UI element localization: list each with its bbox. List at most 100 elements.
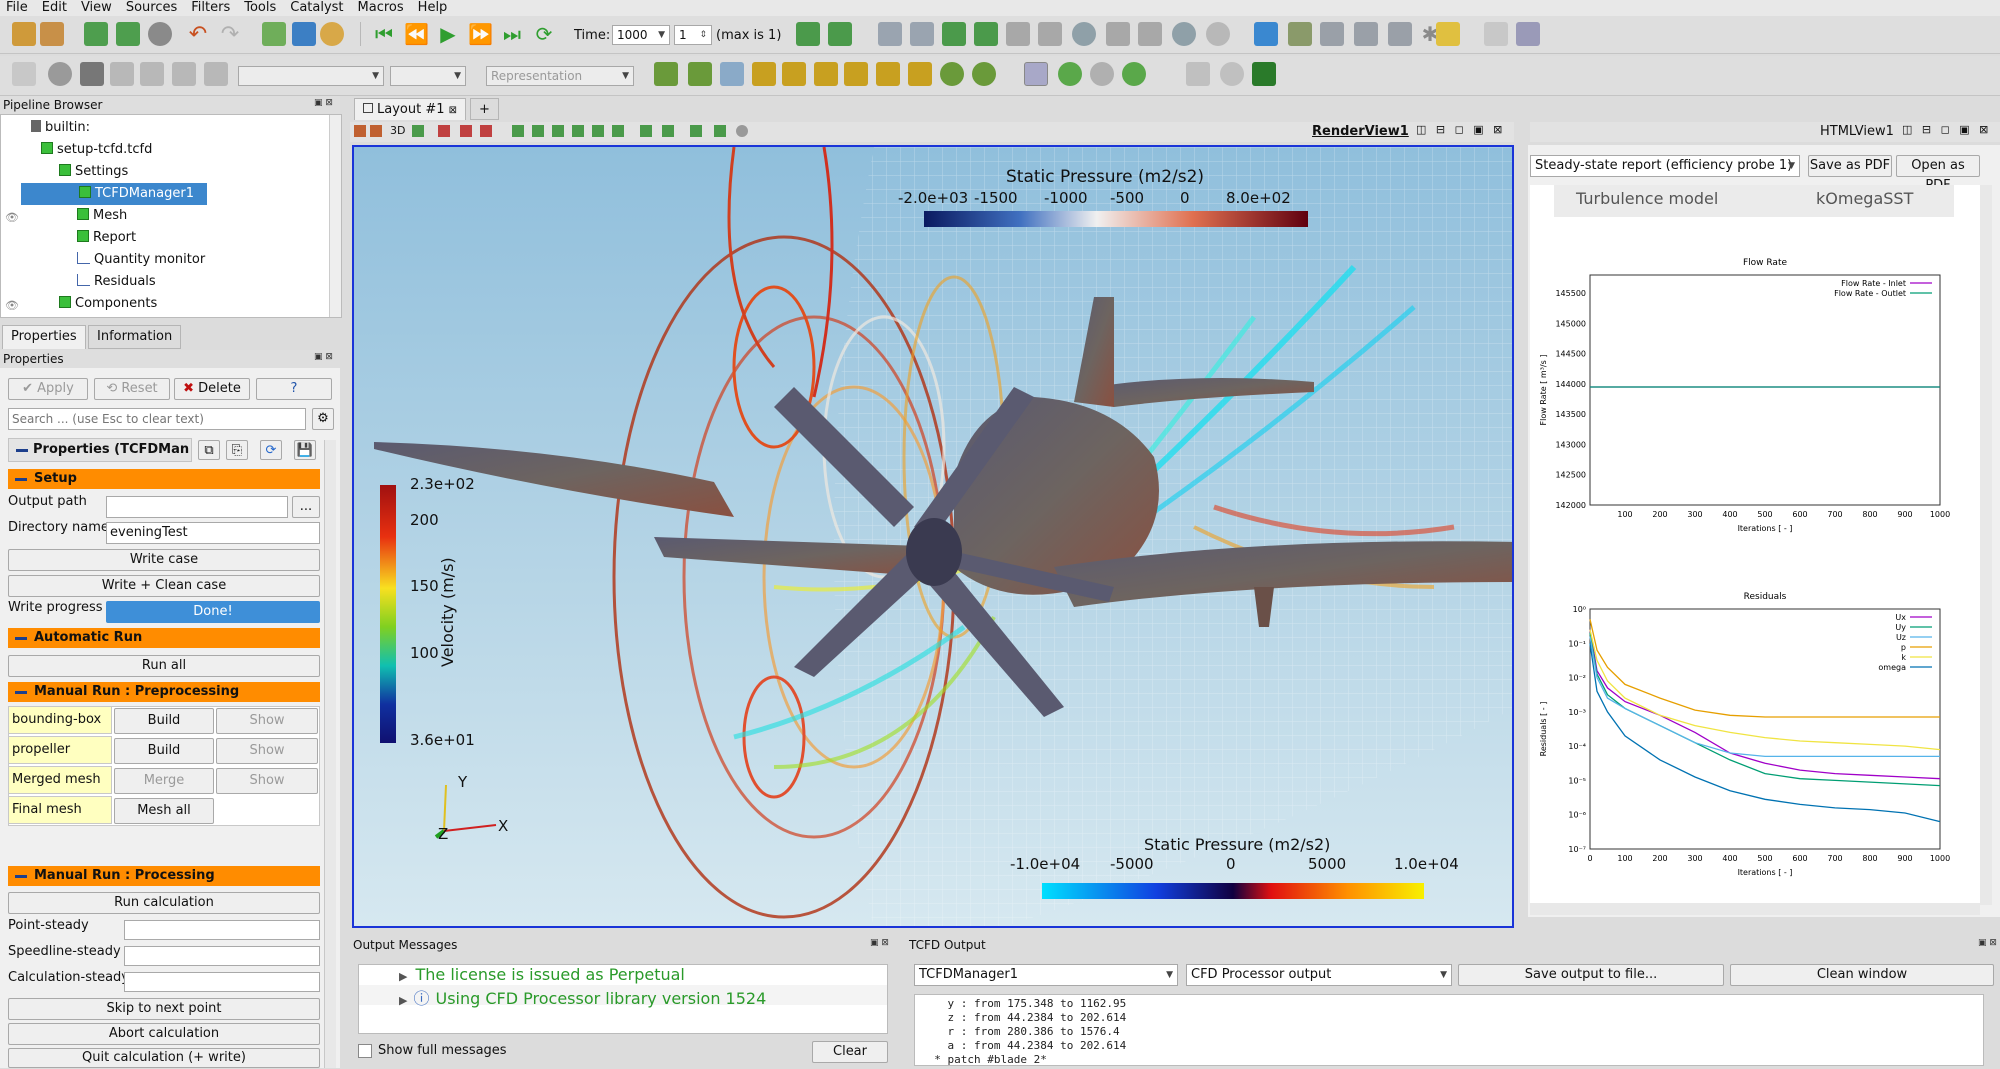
view-split-buttons[interactable]: ◫ ⊟ ◻ ▣ ⊠ xyxy=(1416,123,1505,136)
camera-link-icon[interactable] xyxy=(1220,62,1244,86)
open-as-pdf-button[interactable]: Open as PDF xyxy=(1896,155,1980,193)
build-bounding-box-button[interactable]: Build xyxy=(114,708,214,734)
show-merged-mesh-button[interactable]: Show xyxy=(216,768,318,794)
delete-button[interactable]: ✖ Delete xyxy=(174,378,250,400)
extract-icon[interactable] xyxy=(1038,22,1062,46)
show-bounding-box-button[interactable]: Show xyxy=(216,708,318,734)
plot-over-line-icon[interactable] xyxy=(1288,22,1312,46)
warp-icon[interactable] xyxy=(1138,22,1162,46)
menu-tools[interactable]: Tools xyxy=(244,0,276,16)
rescale-temporal-icon[interactable] xyxy=(140,62,164,86)
toggle-3d-button[interactable]: 3D xyxy=(390,124,405,137)
center-axes-icon[interactable] xyxy=(1058,62,1082,86)
ruler-icon[interactable] xyxy=(1436,22,1460,46)
time-combo[interactable]: 1000 ▼ xyxy=(612,25,670,45)
slice-icon[interactable] xyxy=(974,22,998,46)
tcfd-source-select[interactable]: TCFDManager1 ▼ xyxy=(914,964,1178,986)
rotate-cw-icon[interactable] xyxy=(940,62,964,86)
pipeline-item-mesh[interactable]: Mesh xyxy=(1,205,127,227)
directory-name-input[interactable]: eveningTest xyxy=(106,522,320,544)
load-state-icon[interactable] xyxy=(84,22,108,46)
grow-selection-icon[interactable] xyxy=(592,125,604,137)
select-block-icon[interactable] xyxy=(480,125,492,137)
gear-icon[interactable]: ⚙ xyxy=(312,408,334,430)
reset-center-icon[interactable] xyxy=(1122,62,1146,86)
zoom-to-data-icon[interactable] xyxy=(688,62,712,86)
copy-icon[interactable] xyxy=(1484,22,1508,46)
select-points-icon[interactable] xyxy=(438,125,450,137)
save-output-button[interactable]: Save output to file... xyxy=(1458,964,1724,986)
expand-icon[interactable]: ▶ xyxy=(399,994,407,1007)
skip-to-next-point-button[interactable]: Skip to next point xyxy=(8,998,320,1020)
contour-icon[interactable] xyxy=(910,22,934,46)
zoom-to-box-icon[interactable] xyxy=(720,62,744,86)
clear-selection-icon[interactable] xyxy=(736,125,748,137)
section-manual-processing[interactable]: Manual Run : Processing xyxy=(8,866,320,886)
last-frame-icon[interactable]: ⏭ xyxy=(500,22,524,46)
clip-icon[interactable] xyxy=(942,22,966,46)
run-all-button[interactable]: Run all xyxy=(8,655,320,677)
properties-scrollbar[interactable] xyxy=(324,440,336,1068)
run-calculation-button[interactable]: Run calculation xyxy=(8,892,320,914)
render-view[interactable]: Static Pressure (m2/s2) -2.0e+03 -1500 -… xyxy=(352,145,1514,928)
save-icon[interactable]: 💾 xyxy=(294,440,316,460)
edit-selection-icon[interactable] xyxy=(714,125,726,137)
representation-combo[interactable]: Representation ▼ xyxy=(486,66,634,86)
interaction-mode-icon[interactable] xyxy=(1024,62,1048,86)
view-neg-z-icon[interactable] xyxy=(908,62,932,86)
pipeline-item-tcfdmanager[interactable]: TCFDManager1 xyxy=(21,183,207,205)
loop-icon[interactable]: ⟳ xyxy=(532,22,556,46)
menu-catalyst[interactable]: Catalyst xyxy=(290,0,343,16)
expand-icon[interactable]: ▶ xyxy=(399,970,407,983)
clear-button[interactable]: Clear xyxy=(812,1041,888,1063)
pipeline-scrollbar[interactable] xyxy=(329,115,341,317)
tab-layout-1[interactable]: Layout #1 ⊠ xyxy=(354,98,467,120)
search-input[interactable] xyxy=(8,408,306,430)
palette-icon[interactable] xyxy=(320,22,344,46)
collapse-icon[interactable] xyxy=(16,449,28,452)
reset-button[interactable]: ⟲ Reset xyxy=(94,378,170,400)
component-combo[interactable]: ▼ xyxy=(390,66,466,86)
previous-frame-icon[interactable]: ⏪ xyxy=(404,22,429,46)
menu-sources[interactable]: Sources xyxy=(126,0,177,16)
pipeline-item-setup[interactable]: setup-tcfd.tcfd xyxy=(1,139,152,161)
timestep-spinbox[interactable]: 1 ⇕ xyxy=(674,25,712,45)
extract-selection-icon[interactable] xyxy=(640,125,652,137)
probe-icon[interactable] xyxy=(1254,22,1278,46)
spreadsheet-icon[interactable] xyxy=(1388,22,1412,46)
group-icon[interactable] xyxy=(1172,22,1196,46)
output-message[interactable]: ▶ The license is issued as Perpetual xyxy=(399,965,685,984)
report-select[interactable]: Steady-state report (efficiency probe 1)… xyxy=(1530,155,1800,177)
reset-camera-icon[interactable] xyxy=(654,62,678,86)
report-vertical-scrollbar[interactable] xyxy=(1980,185,1992,905)
interactive-select-icon[interactable] xyxy=(532,125,544,137)
apply-button[interactable]: ✔ Apply xyxy=(8,378,88,400)
play-icon[interactable]: ▶ xyxy=(436,22,460,46)
mesh-all-button[interactable]: Mesh all xyxy=(114,798,214,824)
undo-icon[interactable]: ↶ xyxy=(186,22,210,47)
stream-tracer-icon[interactable] xyxy=(1106,22,1130,46)
refresh-icon[interactable]: ⟳ xyxy=(260,440,282,460)
select-polygon-icon[interactable] xyxy=(512,125,524,137)
python-shell-icon[interactable] xyxy=(1516,22,1540,46)
rotate-ccw-icon[interactable] xyxy=(972,62,996,86)
menu-help[interactable]: Help xyxy=(418,0,448,16)
timer-icon[interactable] xyxy=(148,22,172,46)
eye-icon[interactable]: 👁 xyxy=(5,299,19,312)
capture-icon[interactable] xyxy=(370,125,382,137)
write-case-button[interactable]: Write case xyxy=(8,549,320,571)
rescale-custom-icon[interactable] xyxy=(110,62,134,86)
output-path-input[interactable] xyxy=(106,496,288,518)
pick-center-icon[interactable] xyxy=(292,22,316,46)
hover-cells-icon[interactable] xyxy=(572,125,584,137)
view-neg-y-icon[interactable] xyxy=(844,62,868,86)
reset-range-icon[interactable] xyxy=(204,62,228,86)
pipeline-item-builtin[interactable]: builtin: xyxy=(1,117,90,139)
pipeline-item-components[interactable]: Components xyxy=(1,293,157,315)
pipeline-dock-buttons[interactable]: ▣ ⊠ xyxy=(314,98,333,108)
html-view-split-buttons[interactable]: ◫ ⊟ ◻ ▣ ⊠ xyxy=(1902,123,1991,136)
coloring-combo[interactable]: ▼ xyxy=(238,66,384,86)
eye-icon[interactable]: 👁 xyxy=(5,211,19,224)
rescale-icon[interactable] xyxy=(80,62,104,86)
close-icon[interactable]: ⊠ xyxy=(449,105,457,116)
